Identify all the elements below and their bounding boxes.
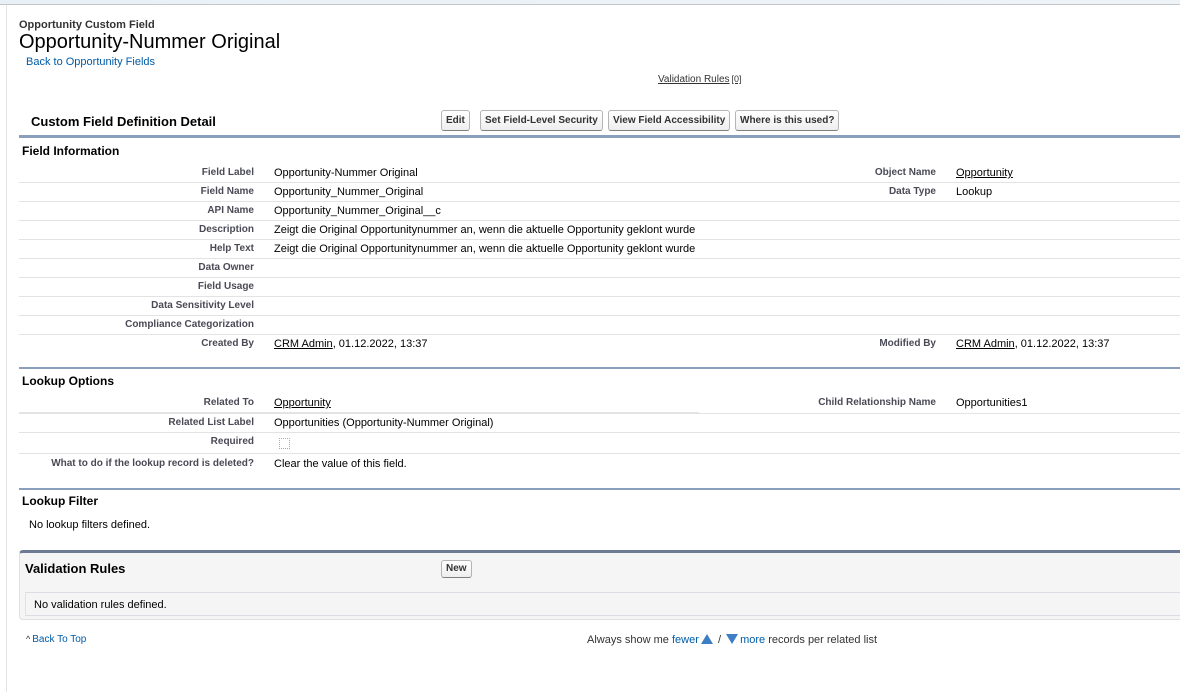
help-text-value: Zeigt die Original Opportunitynummer an,… [274, 243, 696, 255]
help-text-label: Help Text [209, 243, 254, 254]
created-by-user-link[interactable]: CRM Admin [274, 338, 333, 350]
lookup-row: Related List Label Opportunities (Opport… [19, 413, 1180, 433]
data-type-label: Data Type [888, 186, 936, 197]
validation-rules-jump: Validation Rules [0] [658, 74, 742, 85]
field-name-value: Opportunity_Nummer_Original [274, 186, 424, 198]
validation-rules-count: [0] [731, 74, 742, 84]
field-row: Field Name Opportunity_Nummer_Original D… [19, 183, 1180, 202]
field-row: Created By CRM Admin, 01.12.2022, 13:37 … [19, 335, 1180, 354]
page-subtitle: Opportunity Custom Field [19, 19, 155, 31]
back-to-top-link[interactable]: ^ Back To Top [26, 634, 86, 645]
lookup-filter-empty: No lookup filters defined. [29, 519, 151, 531]
field-row: API Name Opportunity_Nummer_Original__c [19, 202, 1180, 221]
field-row: Help Text Zeigt die Original Opportunity… [19, 240, 1180, 259]
set-field-level-security-button[interactable]: Set Field-Level Security [480, 110, 603, 131]
caret-up-icon: ^ [26, 634, 31, 644]
modified-by-value: CRM Admin, 01.12.2022, 13:37 [956, 338, 1110, 350]
new-validation-rule-button[interactable]: New [441, 560, 472, 578]
compliance-categorization-label: Compliance Categorization [125, 319, 254, 330]
validation-rules-link[interactable]: Validation Rules [658, 74, 730, 85]
field-name-label: Field Name [200, 186, 254, 197]
api-name-value: Opportunity_Nummer_Original__c [274, 205, 441, 217]
fewer-link[interactable]: fewer [672, 634, 715, 646]
created-by-date: , 01.12.2022, 13:37 [332, 338, 428, 350]
object-name-label: Object Name [874, 167, 936, 178]
api-name-label: API Name [207, 205, 254, 216]
detail-title: Custom Field Definition Detail [31, 114, 216, 129]
field-row: Description Zeigt die Original Opportuni… [19, 221, 1180, 240]
field-row: Compliance Categorization [19, 316, 1180, 335]
where-is-this-used-button[interactable]: Where is this used? [735, 110, 840, 131]
lookup-row-right: Child Relationship Name Opportunities1 [700, 394, 1180, 413]
child-relationship-value: Opportunities1 [956, 397, 1028, 409]
child-relationship-label: Child Relationship Name [818, 397, 936, 408]
description-value: Zeigt die Original Opportunitynummer an,… [274, 224, 696, 236]
field-row: Data Sensitivity Level [19, 297, 1180, 316]
modified-by-user-link[interactable]: CRM Admin [956, 338, 1015, 350]
field-usage-label: Field Usage [197, 281, 254, 292]
field-label-label: Field Label [201, 167, 254, 178]
edit-button[interactable]: Edit [441, 110, 470, 131]
field-row: Data Owner [19, 259, 1180, 278]
records-suffix: records per related list [768, 634, 878, 646]
validation-rules-title: Validation Rules [25, 561, 126, 576]
validation-rules-list: Validation Rules New No validation rules… [19, 550, 1180, 620]
fewer-label: fewer [671, 634, 699, 646]
back-to-top-label: Back To Top [32, 634, 87, 645]
related-to-label: Related To [203, 397, 254, 408]
validation-rules-body: No validation rules defined. [25, 592, 1180, 616]
lookup-filter-heading: Lookup Filter [22, 494, 98, 508]
field-label-value: Opportunity-Nummer Original [274, 167, 418, 179]
field-information-heading: Field Information [22, 144, 120, 158]
created-by-label: Created By [201, 338, 254, 349]
lookup-row: Required [19, 433, 1180, 454]
data-type-value: Lookup [956, 186, 993, 198]
data-sensitivity-label: Data Sensitivity Level [151, 300, 254, 311]
separator: / [717, 634, 722, 646]
always-show-text: Always show me [587, 634, 669, 646]
modified-by-label: Modified By [879, 338, 936, 349]
lookup-options-heading: Lookup Options [22, 374, 114, 388]
required-label: Required [210, 436, 254, 447]
detail-header: Custom Field Definition Detail Edit Set … [19, 106, 1180, 138]
modified-by-date: , 01.12.2022, 13:37 [1014, 338, 1110, 350]
records-per-list-control: Always show me fewer / more records per … [587, 634, 877, 646]
validation-rules-empty: No validation rules defined. [34, 599, 167, 611]
lookup-row: Related To Opportunity [19, 394, 699, 413]
on-delete-label: What to do if the lookup record is delet… [51, 458, 254, 469]
more-link[interactable]: more [724, 634, 765, 646]
field-row: Field Label Opportunity-Nummer Original … [19, 164, 1180, 183]
on-delete-value: Clear the value of this field. [274, 458, 407, 470]
related-list-label-value: Opportunities (Opportunity-Nummer Origin… [274, 417, 494, 429]
related-list-label-label: Related List Label [168, 417, 254, 428]
lookup-row: What to do if the lookup record is delet… [19, 455, 1180, 474]
data-owner-label: Data Owner [198, 262, 254, 273]
section-divider [19, 488, 1180, 490]
page: Opportunity Custom Field Opportunity-Num… [0, 0, 1180, 692]
field-row: Field Usage [19, 278, 1180, 297]
object-name-link[interactable]: Opportunity [956, 167, 1013, 179]
required-checkbox [279, 438, 290, 449]
description-label: Description [198, 224, 254, 235]
related-to-link[interactable]: Opportunity [274, 397, 331, 409]
created-by-value: CRM Admin, 01.12.2022, 13:37 [274, 338, 428, 350]
page-title: Opportunity-Nummer Original [19, 31, 281, 53]
more-label: more [740, 634, 766, 646]
back-to-opportunity-fields-link[interactable]: Back to Opportunity Fields [26, 56, 155, 68]
triangle-down-icon [726, 634, 739, 645]
triangle-up-icon [700, 634, 713, 645]
view-field-accessibility-button[interactable]: View Field Accessibility [608, 110, 731, 131]
section-divider [19, 367, 1180, 369]
